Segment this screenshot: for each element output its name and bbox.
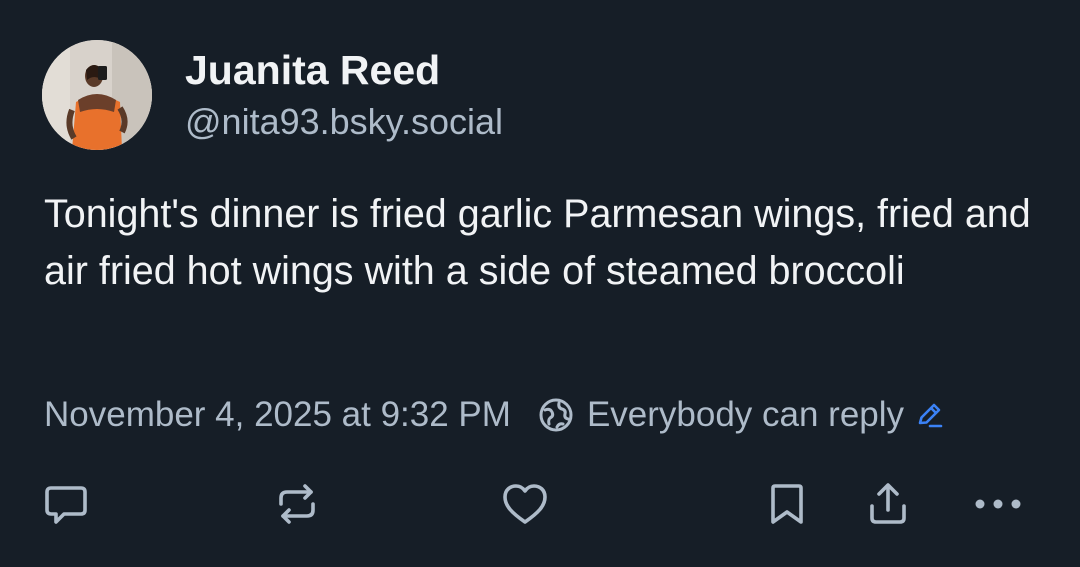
share-icon xyxy=(864,480,912,528)
repost-button[interactable] xyxy=(271,478,323,530)
post-actions xyxy=(0,478,1080,530)
globe-icon xyxy=(537,396,575,434)
bookmark-icon xyxy=(765,480,809,528)
heart-icon xyxy=(500,480,550,528)
avatar-image xyxy=(42,40,152,150)
reply-button[interactable] xyxy=(40,478,92,530)
repost-icon xyxy=(273,480,321,528)
post-meta: November 4, 2025 at 9:32 PM Everybody ca… xyxy=(44,392,946,438)
post-author[interactable]: Juanita Reed @nita93.bsky.social xyxy=(185,46,503,144)
more-dots-icon xyxy=(972,494,1024,514)
share-button[interactable] xyxy=(862,478,914,530)
author-handle[interactable]: @nita93.bsky.social xyxy=(185,100,503,144)
avatar[interactable] xyxy=(42,40,152,150)
more-button[interactable] xyxy=(972,478,1024,530)
post-text: Tonight's dinner is fried garlic Parmesa… xyxy=(44,192,1031,293)
reply-setting-button[interactable]: Everybody can reply xyxy=(537,395,946,435)
post-timestamp: November 4, 2025 at 9:32 PM xyxy=(44,395,511,434)
like-button[interactable] xyxy=(499,478,551,530)
post: Juanita Reed @nita93.bsky.social Tonight… xyxy=(0,0,1080,567)
speech-bubble-icon xyxy=(42,480,90,528)
pencil-icon[interactable] xyxy=(914,399,946,431)
author-display-name[interactable]: Juanita Reed xyxy=(185,46,503,94)
bookmark-button[interactable] xyxy=(761,478,813,530)
reply-setting-label: Everybody can reply xyxy=(586,395,905,434)
